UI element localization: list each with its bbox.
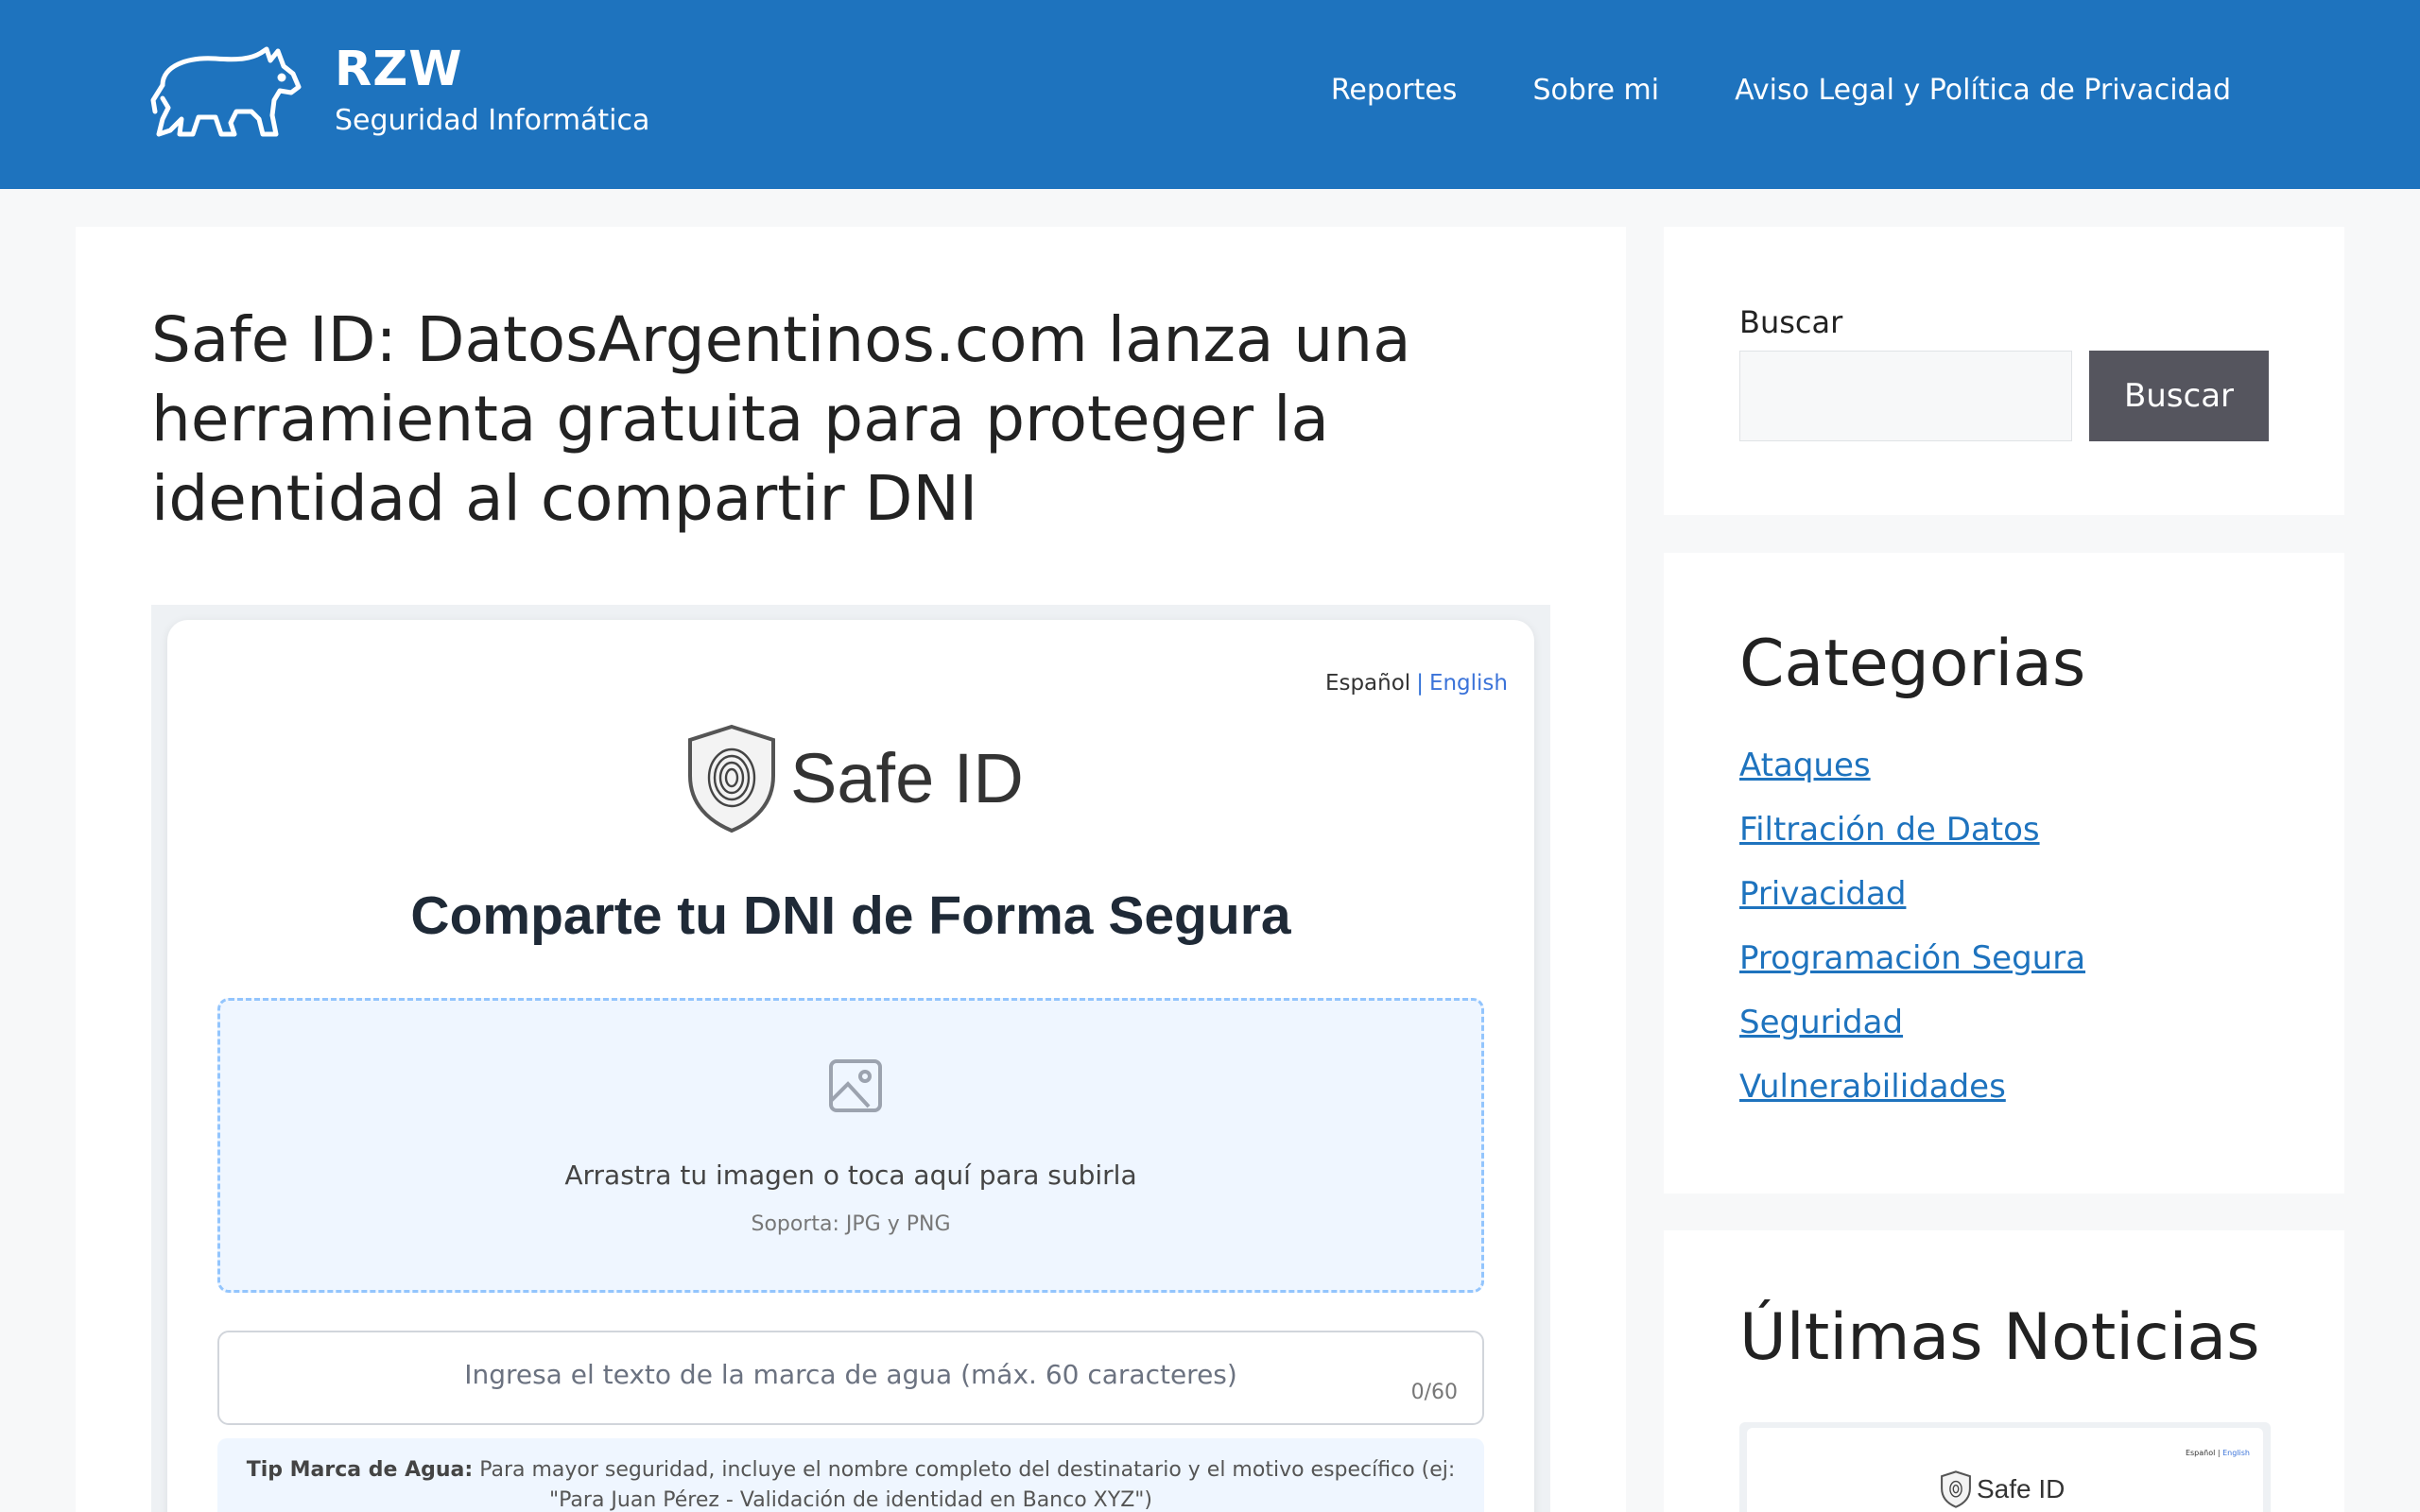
category-link-seguridad[interactable]: Seguridad: [1739, 1004, 1903, 1041]
lang-english-link: English: [1428, 671, 1508, 696]
list-item: Seguridad: [1739, 1004, 2085, 1068]
site-header: RZW Seguridad Informática Reportes Sobre…: [0, 0, 2420, 189]
news-thumbnail-panel: Español | English Safe ID: [1747, 1428, 2263, 1512]
safeid-logo: Safe ID: [683, 719, 1024, 837]
tip-label: Tip Marca de Agua:: [246, 1458, 474, 1482]
site-tagline: Seguridad Informática: [335, 104, 650, 137]
app-heading: Comparte tu DNI de Forma Segura: [410, 885, 1291, 946]
search-button[interactable]: Buscar: [2089, 351, 2269, 441]
category-link-vulnerabilidades[interactable]: Vulnerabilidades: [1739, 1068, 2006, 1106]
shield-fingerprint-icon: [688, 724, 775, 833]
lang-separator: |: [1416, 671, 1424, 696]
dropzone-support-text: Soporta: JPG y PNG: [751, 1212, 951, 1236]
lang-current: Español: [1324, 671, 1411, 696]
list-item: Programación Segura: [1739, 939, 2085, 1004]
safeid-logo-text: Safe ID: [790, 739, 1024, 817]
list-item: Filtración de Datos: [1739, 811, 2085, 875]
thumb-safeid-logo: Safe ID: [1939, 1470, 2065, 1508]
category-list: Ataques Filtración de Datos Privacidad P…: [1739, 747, 2085, 1132]
watermark-tip: Tip Marca de Agua: Para mayor seguridad,…: [217, 1438, 1484, 1512]
latest-news-heading: Últimas Noticias: [1739, 1300, 2260, 1375]
watermark-char-counter: 0/60: [1410, 1381, 1458, 1404]
search-input[interactable]: [1739, 351, 2072, 441]
image-dropzone: Arrastra tu imagen o toca aquí para subi…: [217, 998, 1484, 1293]
category-link-privacidad[interactable]: Privacidad: [1739, 875, 1906, 913]
watermark-input: [219, 1332, 1482, 1423]
article-featured-image: Español | English Safe ID Comparte tu DNI …: [151, 605, 1550, 1512]
image-icon: [829, 1059, 882, 1112]
list-item: Ataques: [1739, 747, 2085, 811]
safeid-app-panel: Español | English Safe ID Comparte tu DNI …: [167, 620, 1534, 1512]
category-link-filtracion-de-datos[interactable]: Filtración de Datos: [1739, 811, 2040, 849]
category-link-ataques[interactable]: Ataques: [1739, 747, 1871, 784]
watermark-field: 0/60: [217, 1331, 1484, 1425]
list-item: Privacidad: [1739, 875, 2085, 939]
rhino-icon[interactable]: [149, 45, 304, 144]
article-title: Safe ID: DatosArgentinos.com lanza una h…: [151, 303, 1411, 535]
latest-news-widget: Últimas Noticias Español | English Safe …: [1664, 1230, 2344, 1512]
language-switch: Español | English: [1325, 671, 1508, 696]
dropzone-text: Arrastra tu imagen o toca aquí para subi…: [564, 1160, 1137, 1191]
thumb-language-switch: Español | English: [2185, 1449, 2250, 1457]
nav-link-aviso-legal[interactable]: Aviso Legal y Política de Privacidad: [1735, 74, 2231, 107]
nav-link-sobre-mi[interactable]: Sobre mi: [1532, 74, 1659, 107]
thumb-lang-current: Español: [2185, 1449, 2216, 1457]
shield-fingerprint-icon: [1941, 1470, 1971, 1508]
article-card: Safe ID: DatosArgentinos.com lanza una h…: [76, 227, 1626, 1512]
list-item: Vulnerabilidades: [1739, 1068, 2085, 1132]
site-title[interactable]: RZW: [335, 42, 463, 97]
category-link-programacion-segura[interactable]: Programación Segura: [1739, 939, 2085, 977]
tip-text: Para mayor seguridad, incluye el nombre …: [479, 1458, 1456, 1512]
news-thumbnail[interactable]: Español | English Safe ID: [1739, 1422, 2271, 1512]
main-nav: Reportes Sobre mi Aviso Legal y Política…: [1331, 74, 2231, 107]
thumb-lang-english: English: [2222, 1449, 2250, 1457]
categories-heading: Categorias: [1739, 627, 2086, 701]
search-label: Buscar: [1739, 304, 1843, 340]
thumb-logo-text: Safe ID: [1977, 1474, 2066, 1503]
categories-widget: Categorias Ataques Filtración de Datos P…: [1664, 553, 2344, 1194]
nav-link-reportes[interactable]: Reportes: [1331, 74, 1458, 107]
search-widget: Buscar Buscar: [1664, 227, 2344, 515]
